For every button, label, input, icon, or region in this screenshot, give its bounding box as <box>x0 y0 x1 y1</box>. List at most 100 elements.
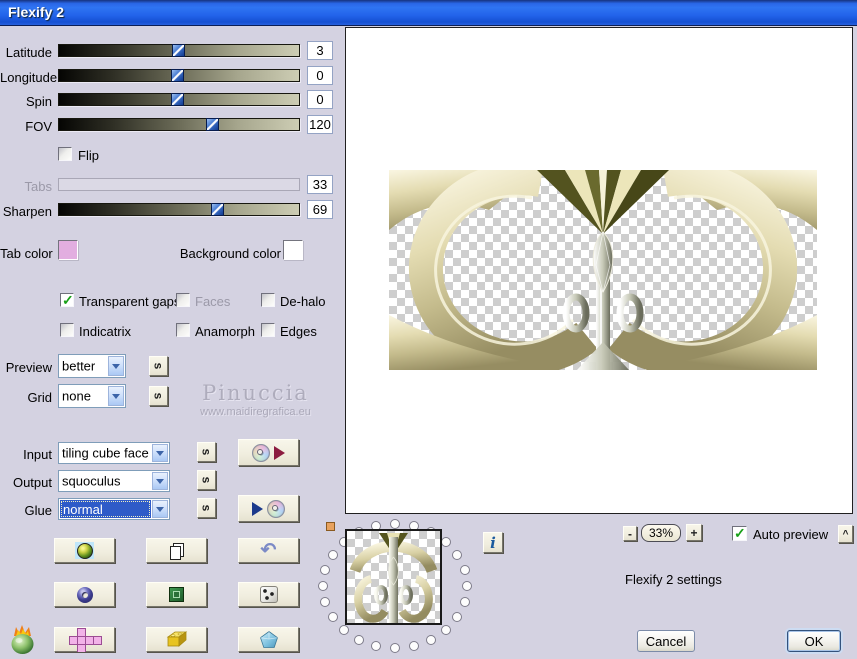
input-combo-value: tiling cube face <box>62 445 149 461</box>
spin-slider-thumb[interactable] <box>170 93 184 106</box>
latitude-slider[interactable] <box>58 44 300 57</box>
chevron-down-icon[interactable] <box>108 356 124 376</box>
torus-mode-button[interactable] <box>54 582 115 607</box>
dial-dot[interactable] <box>462 581 472 591</box>
fov-slider-thumb[interactable] <box>205 118 219 131</box>
chevron-down-icon[interactable] <box>152 472 168 490</box>
latitude-slider-thumb[interactable] <box>172 44 185 57</box>
output-s-button[interactable]: s <box>197 470 216 490</box>
background-color-swatch[interactable] <box>283 240 303 260</box>
anamorph-checkbox[interactable] <box>176 323 190 337</box>
output-combo[interactable]: squoculus <box>58 470 170 492</box>
save-settings-button[interactable] <box>238 439 299 466</box>
dial-dot[interactable] <box>390 519 400 529</box>
longitude-label: Longitude <box>0 70 58 85</box>
play-triangle-icon <box>274 445 285 460</box>
fov-slider[interactable] <box>58 118 300 131</box>
faces-checkbox[interactable] <box>176 293 190 307</box>
dial-dot[interactable] <box>452 612 463 622</box>
zoom-level[interactable]: 33% <box>641 524 681 542</box>
preview-combo-label: Preview <box>5 360 52 375</box>
preview-s-button[interactable]: s <box>149 356 168 376</box>
copy-button[interactable] <box>146 538 207 563</box>
spin-value-field[interactable] <box>307 90 333 109</box>
grid-s-button[interactable]: s <box>149 386 168 406</box>
cube-net-button[interactable] <box>54 627 115 652</box>
dial-dot[interactable] <box>452 550 463 560</box>
tabs-label: Tabs <box>24 179 52 194</box>
longitude-value-field[interactable] <box>307 66 333 85</box>
load-settings-button[interactable] <box>238 495 299 522</box>
dial-dot[interactable] <box>459 597 470 608</box>
lego-mode-button[interactable] <box>146 627 207 652</box>
tab-color-swatch[interactable] <box>58 240 78 260</box>
auto-preview-checkbox[interactable] <box>732 525 747 542</box>
sharpen-slider[interactable] <box>58 203 300 216</box>
dial-dot[interactable] <box>318 581 328 591</box>
flip-checkbox[interactable] <box>58 147 72 161</box>
preview-thumbnail[interactable] <box>345 529 442 625</box>
dial-dot[interactable] <box>440 624 451 635</box>
longitude-slider[interactable] <box>58 69 300 82</box>
glue-combo[interactable]: normal <box>58 498 170 520</box>
sharpen-slider-thumb[interactable] <box>210 203 224 216</box>
dial-dot[interactable] <box>339 624 350 635</box>
flaming-pear-icon <box>11 625 34 654</box>
polyhedron-mode-button[interactable] <box>238 627 299 652</box>
latitude-value-field[interactable] <box>307 41 333 60</box>
chevron-down-icon[interactable] <box>152 444 168 462</box>
frame-mode-button[interactable] <box>146 582 207 607</box>
glue-combo-label: Glue <box>24 503 52 518</box>
fov-label: FOV <box>25 119 52 134</box>
chevron-down-icon[interactable] <box>108 386 124 406</box>
dice-icon <box>259 586 278 603</box>
tabs-value-field[interactable] <box>307 175 333 194</box>
undo-button[interactable]: ↶ <box>238 538 299 563</box>
sharpen-value-field[interactable] <box>307 200 333 219</box>
edges-label: Edges <box>280 324 317 339</box>
transparent-gaps-checkbox[interactable] <box>60 292 74 309</box>
edges-checkbox[interactable] <box>261 323 275 337</box>
spin-slider[interactable] <box>58 93 300 106</box>
input-combo[interactable]: tiling cube face <box>58 442 170 464</box>
globe-mode-button[interactable] <box>54 538 115 563</box>
random-button[interactable] <box>238 582 299 607</box>
plus-icon: + <box>690 525 698 540</box>
info-button[interactable]: i <box>483 532 503 553</box>
ok-button[interactable]: OK <box>787 630 841 652</box>
preview-image <box>389 170 817 370</box>
s-button-label: s <box>199 476 214 484</box>
collapse-button[interactable]: ^ <box>838 525 853 543</box>
dial-dot[interactable] <box>459 564 470 575</box>
grid-combo[interactable]: none <box>58 384 126 408</box>
play-triangle-icon <box>252 501 263 516</box>
dial-dot[interactable] <box>426 634 436 645</box>
dial-dot[interactable] <box>327 612 338 622</box>
flaming-pear-logo-button[interactable] <box>6 624 40 656</box>
dial-dot[interactable] <box>327 550 338 560</box>
preview-panel[interactable] <box>345 27 853 514</box>
dial-dot[interactable] <box>440 537 451 548</box>
input-s-button[interactable]: s <box>197 442 216 462</box>
preview-combo[interactable]: better <box>58 354 126 378</box>
cd-disc-icon <box>252 443 270 462</box>
dial-dot[interactable] <box>320 564 331 575</box>
dial-handle[interactable] <box>326 522 335 531</box>
grid-combo-value: none <box>62 388 91 404</box>
dial-dot[interactable] <box>320 597 331 608</box>
zoom-out-button[interactable]: - <box>623 526 637 541</box>
fov-value-field[interactable] <box>307 115 333 134</box>
dial-dot[interactable] <box>408 640 419 651</box>
dial-dot[interactable] <box>390 643 400 653</box>
glue-s-button[interactable]: s <box>197 498 216 518</box>
dehalo-checkbox[interactable] <box>261 293 275 307</box>
crystal-pentagon-icon <box>259 631 278 648</box>
chevron-down-icon[interactable] <box>152 500 168 518</box>
indicatrix-checkbox[interactable] <box>60 323 74 337</box>
cancel-button[interactable]: Cancel <box>637 630 695 652</box>
zoom-in-button[interactable]: + <box>686 524 702 541</box>
s-button-label: s <box>199 448 214 456</box>
dial-dot[interactable] <box>371 640 382 651</box>
longitude-slider-thumb[interactable] <box>170 69 184 82</box>
dial-dot[interactable] <box>354 634 364 645</box>
